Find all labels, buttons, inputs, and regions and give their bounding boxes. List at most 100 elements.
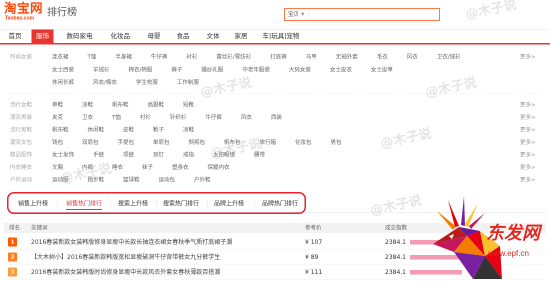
category-item[interactable]: 女士皮衣 — [330, 66, 352, 74]
category-item[interactable]: 风衣/棉衣 — [93, 79, 117, 87]
category-row: 潮流女包 钱包 双肩包 手提包 单肩包 斜挎包 帆布包 旅行箱 化妆包 男包 更多> — [0, 139, 550, 147]
keyword-link[interactable]: 2016春装新款女装韩版修身显瘦中长款长袖连衣裙女春秋季气质打底裙子潮 — [31, 235, 232, 249]
category-item[interactable]: 中老年服装 — [242, 66, 270, 74]
category-row: 精品配饰 女士发饰 手链 项链 耳钉 戒指 太阳眼镜 腰带 更多> — [0, 151, 550, 159]
category-item[interactable]: 塑身衣 — [172, 164, 189, 172]
category-item[interactable]: 凉鞋 — [82, 101, 93, 109]
more-link[interactable]: 更多> — [520, 101, 536, 109]
category-item[interactable]: 高跟鞋 — [148, 101, 165, 109]
category-label[interactable]: 流行男鞋 — [10, 126, 32, 134]
category-item[interactable]: 工作制服 — [177, 79, 199, 87]
category-item[interactable]: T恤 — [112, 114, 121, 122]
category-item[interactable]: 单鞋 — [52, 101, 63, 109]
category-item[interactable]: 钱包 — [52, 139, 63, 147]
category-item[interactable]: 羊绒衫 — [93, 66, 110, 74]
more-link[interactable]: 更多> — [520, 53, 536, 61]
category-item[interactable]: 篮球鞋 — [123, 176, 140, 184]
category-item[interactable]: 棉衣/棉服 — [129, 66, 153, 74]
category-item[interactable]: 卫衣 — [82, 114, 93, 122]
category-item[interactable]: 单肩包 — [153, 139, 170, 147]
category-items: 连衣裙 T恤 半身裙 牛仔裤 衬衫 蕾丝衫/雪纺衫 打底裤 马甲 无袖外套 毛衣 风衣 卫衣/绒衫 — [52, 53, 461, 61]
column-price: 参考价 — [305, 224, 322, 232]
category-item[interactable]: 衬衫 — [186, 53, 197, 61]
category-item[interactable]: 斜挎包 — [189, 139, 206, 147]
category-item[interactable]: 衬衫 — [140, 114, 151, 122]
category-item[interactable]: 婚纱礼服 — [201, 66, 223, 74]
reference-price: ¥ 89 — [305, 253, 319, 261]
rank-badge: 2 — [8, 252, 17, 262]
category-label[interactable]: 潮流男装 — [10, 114, 32, 122]
category-item[interactable]: 大码女装 — [289, 66, 311, 74]
category-item[interactable]: 腰带 — [254, 151, 265, 159]
category-item[interactable]: 手链 — [93, 151, 104, 159]
category-item[interactable]: 西装 — [271, 114, 282, 122]
category-item[interactable]: 半身裙 — [115, 53, 132, 61]
category-item[interactable]: 夹克 — [52, 114, 63, 122]
more-link[interactable]: 更多> — [520, 151, 536, 159]
category-item[interactable]: 靴子 — [153, 126, 164, 134]
site-logo-name: 东发网 — [486, 223, 541, 244]
category-item[interactable]: 休闲长裤 — [52, 79, 74, 87]
category-item[interactable]: 双肩包 — [82, 139, 99, 147]
more-link[interactable]: 更多> — [520, 114, 536, 122]
keyword-link[interactable]: 【大木树小】2016春装新款韩版宽松显瘦破洞牛仔背带裤女九分裤学生 — [31, 250, 220, 264]
site-logo-url: www.epf.cn — [488, 249, 529, 259]
category-label[interactable]: 流行女鞋 — [10, 101, 32, 109]
category-item[interactable]: 帆布鞋 — [112, 101, 129, 109]
category-label[interactable]: 户外运动 — [10, 176, 32, 184]
category-item[interactable]: 女士皮草 — [371, 66, 393, 74]
category-item[interactable]: 耳钉 — [153, 151, 164, 159]
category-item[interactable]: 短靴 — [183, 101, 194, 109]
more-link[interactable]: 更多> — [520, 126, 536, 134]
category-label[interactable]: 精品配饰 — [10, 151, 32, 159]
category-item[interactable]: 风衣 — [407, 53, 418, 61]
more-link[interactable]: 更多> — [520, 139, 536, 147]
deal-index: 2384.1 — [385, 238, 406, 246]
category-item[interactable]: 化妆包 — [295, 139, 312, 147]
category-item[interactable]: 凉鞋 — [183, 126, 194, 134]
category-item[interactable]: 戒指 — [183, 151, 194, 159]
category-items: 休闲长裤 风衣/棉衣 学生校服 工作制服 — [52, 79, 199, 87]
category-item[interactable]: 皮鞋 — [123, 126, 134, 134]
category-item[interactable]: 户外鞋 — [194, 176, 211, 184]
category-item[interactable]: 运动包 — [159, 176, 176, 184]
category-item[interactable]: 袜子 — [142, 164, 153, 172]
category-item[interactable]: 休闲鞋 — [88, 126, 105, 134]
category-item[interactable]: 打底裤 — [270, 53, 287, 61]
category-item[interactable]: 睡衣 — [112, 164, 123, 172]
more-link[interactable]: 更多> — [520, 164, 536, 172]
category-item[interactable]: 针织衫 — [170, 114, 187, 122]
column-deal-index[interactable]: 成交指数 — [385, 223, 407, 233]
more-link[interactable]: 更多> — [520, 176, 536, 184]
category-item[interactable]: 马甲 — [306, 53, 317, 61]
category-item[interactable]: 蕾丝衫/雪纺衫 — [216, 53, 251, 61]
category-item[interactable]: 连衣裙 — [52, 53, 69, 61]
category-item[interactable]: 风衣 — [241, 114, 252, 122]
rank-badge: 3 — [8, 267, 17, 277]
category-item[interactable]: 学生校服 — [136, 79, 158, 87]
category-row: 时尚女装 连衣裙 T恤 半身裙 牛仔裤 衬衫 蕾丝衫/雪纺衫 打底裤 马甲 无袖外套 毛衣 风衣 卫衣/… — [0, 53, 550, 61]
deal-index: 2384.1 — [385, 253, 406, 261]
category-label[interactable]: 内衣睡衣 — [10, 164, 32, 172]
category-item[interactable]: 手提包 — [118, 139, 135, 147]
category-label[interactable]: 时尚女装 — [10, 53, 32, 61]
category-item[interactable]: 牛仔裤 — [205, 114, 222, 122]
category-label[interactable]: 潮流女包 — [10, 139, 32, 147]
category-row: 女士西装 羊绒衫 棉衣/棉服 裤子 婚纱礼服 中老年服装 大码女装 女士皮衣 女士皮草 — [0, 66, 550, 74]
category-item[interactable]: T恤 — [88, 53, 97, 61]
category-item[interactable]: 牛仔裤 — [151, 53, 168, 61]
category-item[interactable]: 保暖内衣 — [208, 164, 230, 172]
category-item[interactable]: 毛衣 — [377, 53, 388, 61]
category-divider — [8, 93, 542, 94]
keyword-link[interactable]: 2016春装新款女装韩版时尚修身显瘦中长款风衣外套女春秋薄款百搭潮 — [31, 265, 220, 279]
category-item[interactable]: 帆布鞋 — [52, 126, 69, 134]
category-item[interactable]: 裤子 — [171, 66, 182, 74]
category-item[interactable]: 女士西装 — [52, 66, 74, 74]
category-item[interactable]: 无袖外套 — [336, 53, 358, 61]
category-item[interactable]: 女士发饰 — [52, 151, 74, 159]
category-item[interactable]: 项链 — [123, 151, 134, 159]
category-items: 帆布鞋 休闲鞋 皮鞋 靴子 凉鞋 — [52, 126, 194, 134]
category-item[interactable]: 男包 — [331, 139, 342, 147]
category-item[interactable]: 卫衣/绒衫 — [437, 53, 461, 61]
tabs-highlight-annotation — [7, 192, 306, 214]
